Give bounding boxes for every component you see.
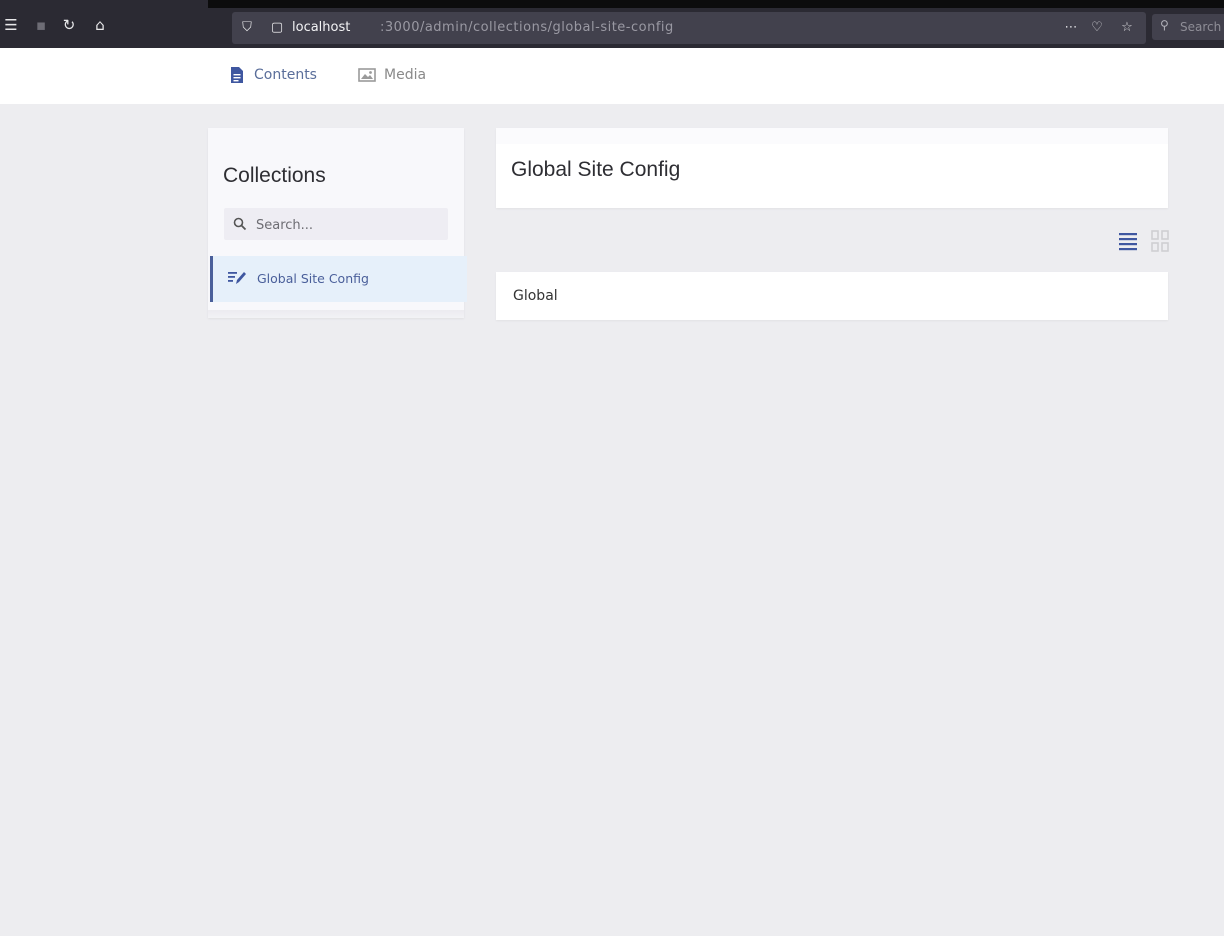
- url-bar[interactable]: ⛉ ▢ localhost :3000/admin/collections/gl…: [232, 12, 1146, 44]
- search-icon: ⚲: [1160, 18, 1169, 32]
- document-icon: [228, 66, 246, 84]
- extensions-icon[interactable]: ⋯: [1062, 18, 1080, 36]
- nav-contents-label: Contents: [254, 67, 317, 83]
- entry-label: Global: [513, 288, 558, 304]
- collection-search[interactable]: [224, 208, 448, 240]
- app-nav: Contents Media: [0, 48, 1224, 104]
- page-icon[interactable]: ▢: [268, 18, 286, 36]
- list-view-button[interactable]: [1118, 228, 1138, 254]
- collection-search-input[interactable]: [254, 214, 438, 236]
- page-title: Global Site Config: [511, 158, 681, 181]
- list-item[interactable]: Global: [496, 272, 1168, 320]
- browser-toolbar: ☰ ▪ ↻ ⌂ ⛉ ▢ localhost :3000/admin/collec…: [0, 0, 1224, 48]
- sidebar-item-global-site-config[interactable]: Global Site Config: [210, 256, 467, 302]
- forward-icon[interactable]: ▪: [30, 14, 52, 36]
- browser-search-placeholder: Search: [1180, 20, 1222, 34]
- edit-list-icon: [227, 269, 247, 287]
- grid-icon: [1151, 230, 1169, 252]
- image-icon: [358, 66, 376, 84]
- reload-icon[interactable]: ↻: [58, 14, 80, 36]
- nav-media[interactable]: Media: [358, 66, 426, 84]
- list-icon: [1119, 233, 1137, 251]
- star-icon[interactable]: ☆: [1118, 18, 1136, 36]
- nav-media-label: Media: [384, 67, 427, 83]
- sidebar-title: Collections: [223, 164, 326, 187]
- url-path: :3000/admin/collections/global-site-conf…: [380, 20, 674, 35]
- pocket-icon[interactable]: ♡: [1088, 18, 1106, 36]
- url-host: localhost: [292, 20, 351, 35]
- search-icon: [232, 216, 248, 232]
- main-header: Global Site Config: [496, 128, 1168, 208]
- sidebar-icon[interactable]: ☰: [0, 14, 22, 36]
- shield-icon[interactable]: ⛉: [238, 18, 256, 36]
- tab-strip: [208, 0, 1224, 8]
- browser-search-box[interactable]: ⚲ Search: [1152, 14, 1224, 40]
- grid-view-button[interactable]: [1150, 228, 1170, 254]
- nav-contents[interactable]: Contents: [228, 66, 317, 84]
- sidebar-divider: [208, 310, 464, 318]
- home-icon[interactable]: ⌂: [89, 14, 111, 36]
- sidebar-item-label: Global Site Config: [257, 271, 369, 286]
- collections-sidebar: Collections Global Site Config: [208, 128, 467, 318]
